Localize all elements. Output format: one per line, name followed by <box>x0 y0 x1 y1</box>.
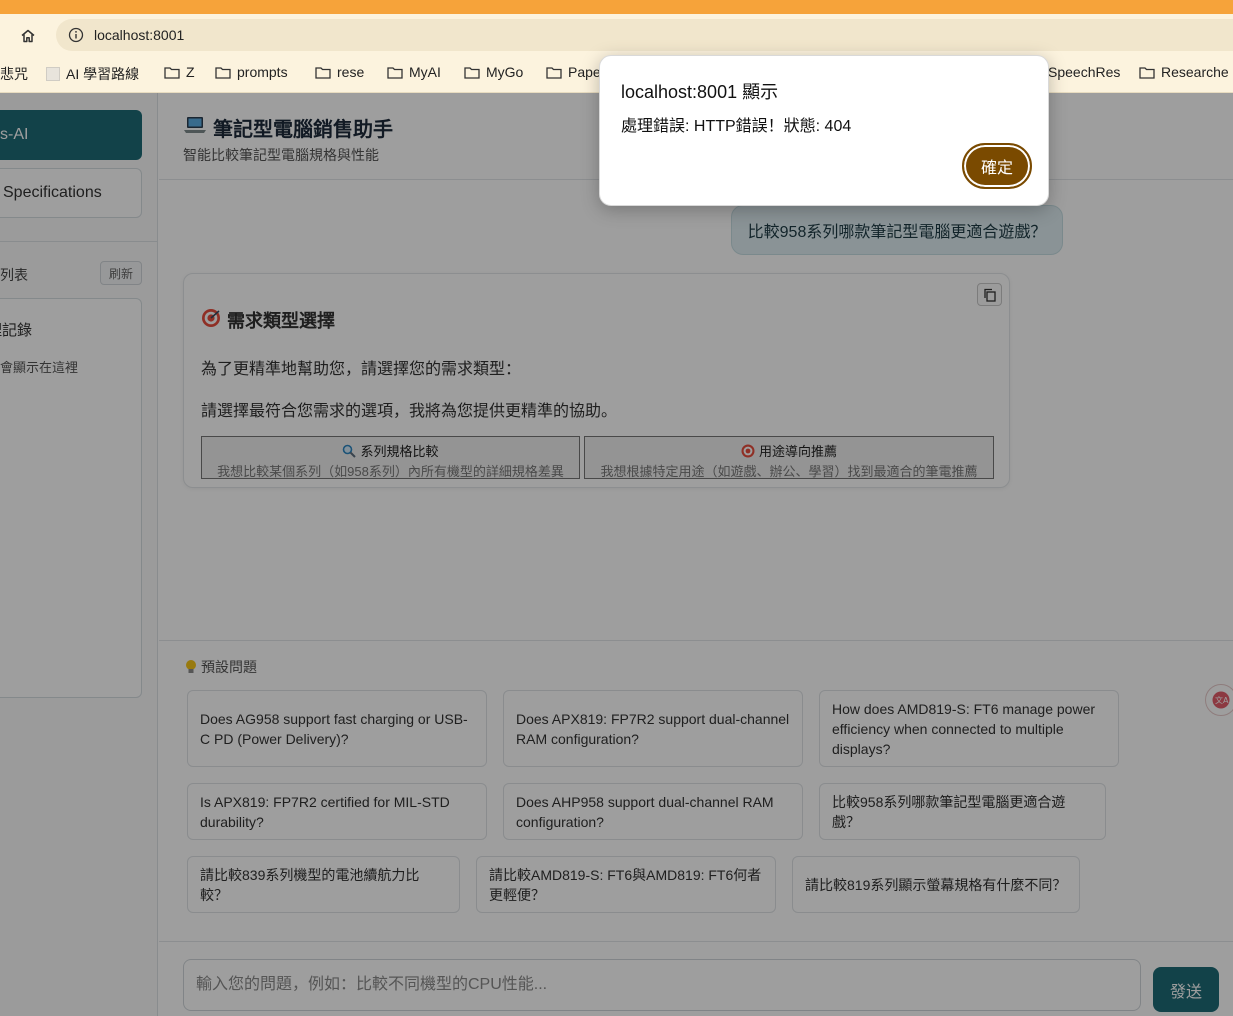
bookmark-folder[interactable]: Z <box>164 64 195 80</box>
bookmark-folder[interactable]: MyGo <box>464 64 523 80</box>
dialog-ok-button[interactable]: 確定 <box>962 143 1032 189</box>
bookmark-folder[interactable]: MyAI <box>387 64 441 80</box>
alert-dialog: localhost:8001 顯示 處理錯誤: HTTP錯誤！狀態: 404 確… <box>599 55 1049 206</box>
bookmark-folder[interactable]: prompts <box>215 64 288 80</box>
bookmark-label: MyAI <box>409 64 441 80</box>
folder-icon <box>1139 66 1155 79</box>
bookmark-label: prompts <box>237 64 288 80</box>
bookmark-label: Pape <box>568 64 601 80</box>
folder-icon <box>387 66 403 79</box>
bookmark-item[interactable]: 悲咒 <box>0 64 28 84</box>
folder-icon <box>164 66 180 79</box>
bookmark-label: rese <box>337 64 365 80</box>
bookmark-item[interactable]: SpeechRes <box>1048 64 1120 80</box>
address-bar[interactable]: localhost:8001 <box>56 19 1233 51</box>
home-icon[interactable] <box>14 22 42 50</box>
url-text: localhost:8001 <box>94 27 185 43</box>
browser-tab-strip <box>0 0 1233 14</box>
bookmark-label: Z <box>186 64 195 80</box>
folder-icon <box>546 66 562 79</box>
bookmark-label: AI 學習路線 <box>66 66 140 82</box>
bookmark-label: MyGo <box>486 64 524 80</box>
bookmark-label: 悲咒 <box>0 66 28 82</box>
bookmark-label: SpeechRes <box>1048 64 1121 80</box>
site-info-icon[interactable] <box>68 27 84 43</box>
browser-toolbar: localhost:8001 <box>0 14 1233 54</box>
bookmark-folder[interactable]: Researche <box>1139 64 1229 80</box>
folder-icon <box>464 66 480 79</box>
page-favicon-icon <box>46 67 60 81</box>
bookmark-folder[interactable]: Pape <box>546 64 601 80</box>
folder-icon <box>215 66 231 79</box>
modal-backdrop <box>0 93 1233 1016</box>
bookmark-folder[interactable]: rese <box>315 64 364 80</box>
bookmark-item[interactable]: AI 學習路線 <box>46 64 139 84</box>
dialog-title: localhost:8001 顯示 <box>621 82 779 102</box>
folder-icon <box>315 66 331 79</box>
dialog-message: 處理錯誤: HTTP錯誤！狀態: 404 <box>621 118 852 135</box>
bookmark-label: Researche <box>1161 64 1229 80</box>
